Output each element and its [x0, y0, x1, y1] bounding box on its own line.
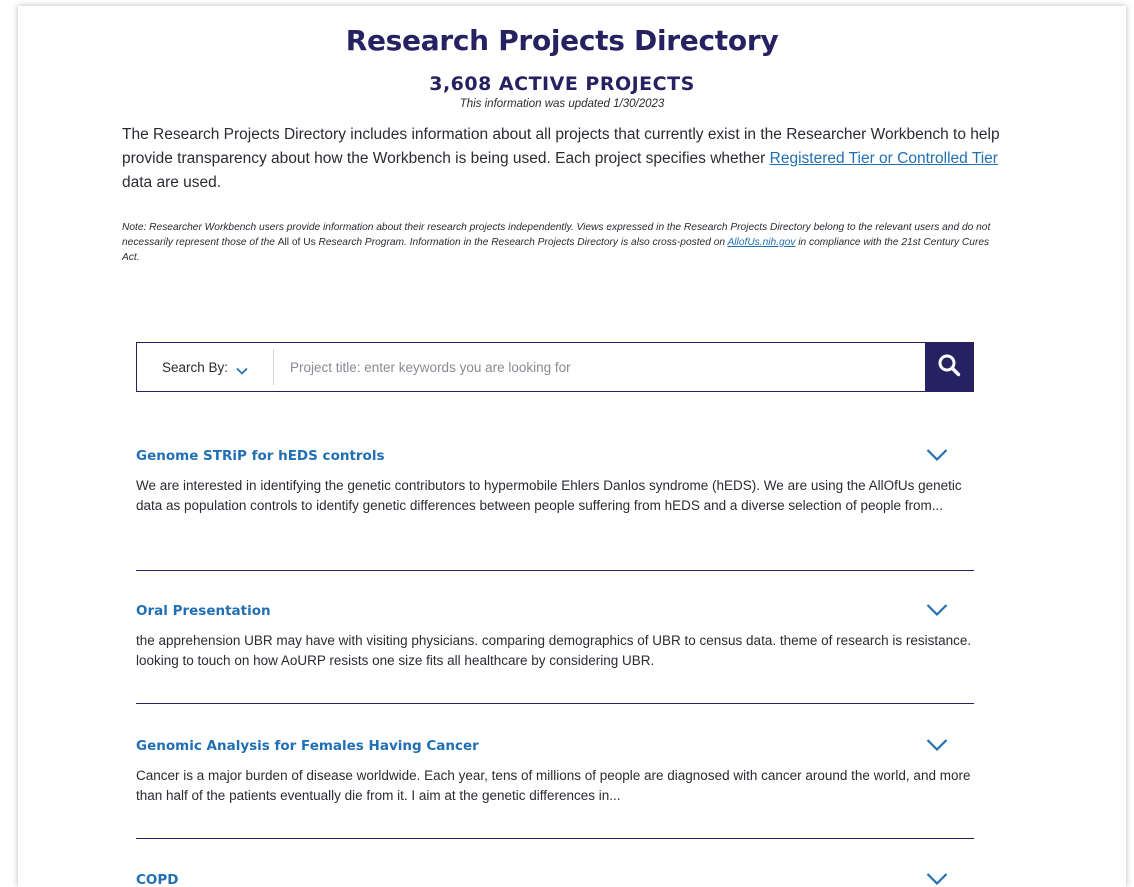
chevron-down-icon[interactable]	[926, 872, 948, 886]
disclaimer-note: Note: Researcher Workbench users provide…	[122, 220, 1002, 265]
search-by-dropdown[interactable]: Search By:	[137, 349, 274, 385]
intro-paragraph: The Research Projects Directory includes…	[122, 123, 1002, 195]
project-item: COPD	[136, 868, 974, 887]
updated-date: This information was updated 1/30/2023	[459, 98, 665, 110]
chevron-down-icon[interactable]	[926, 603, 948, 617]
project-item: Genome STRiP for hEDS controls We are in…	[136, 444, 974, 571]
chevron-down-icon[interactable]	[926, 448, 948, 462]
project-item: Oral Presentation the apprehension UBR m…	[136, 599, 974, 704]
chevron-down-icon[interactable]	[926, 738, 948, 752]
project-description: We are interested in identifying the gen…	[136, 478, 962, 513]
chevron-down-icon	[236, 363, 248, 375]
search-bar: Search By:	[136, 342, 974, 392]
search-button[interactable]	[925, 343, 973, 391]
search-input[interactable]	[274, 344, 925, 390]
search-icon	[937, 353, 961, 382]
intro-text-end: data are used.	[122, 174, 222, 191]
project-description: the apprehension UBR may have with visit…	[136, 633, 972, 668]
project-title[interactable]: Oral Presentation	[136, 599, 974, 619]
allofus-link[interactable]: AllofUs.nih.gov	[728, 237, 796, 248]
main-content: Research Projects Directory 3,608 ACTIVE…	[122, 6, 1002, 887]
search-by-label: Search By:	[161, 359, 229, 375]
project-title[interactable]: COPD	[136, 868, 974, 887]
active-projects-count: 3,608 ACTIVE PROJECTS	[429, 73, 695, 95]
directory-page: Research Projects Directory 3,608 ACTIVE…	[18, 6, 1126, 887]
project-title[interactable]: Genome STRiP for hEDS controls	[136, 444, 974, 464]
note-text-2: Research Program. Information in the Res…	[315, 237, 728, 248]
tier-link[interactable]: Registered Tier or Controlled Tier	[770, 150, 998, 167]
project-item: Genomic Analysis for Females Having Canc…	[136, 734, 974, 839]
project-description: Cancer is a major burden of disease worl…	[136, 768, 971, 803]
project-list: Genome STRiP for hEDS controls We are in…	[136, 444, 974, 887]
page-title: Research Projects Directory	[345, 24, 779, 57]
program-name: All of Us	[277, 237, 316, 248]
project-title[interactable]: Genomic Analysis for Females Having Canc…	[136, 734, 974, 754]
